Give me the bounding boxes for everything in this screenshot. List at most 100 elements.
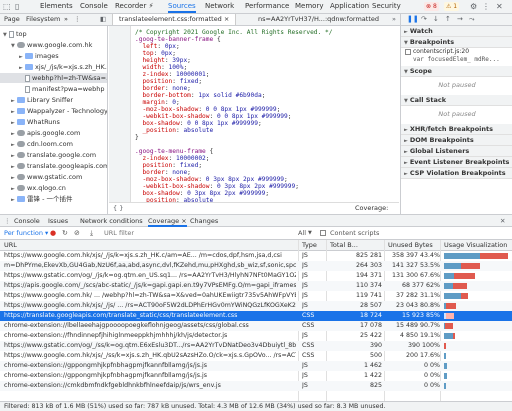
section-breakpoints[interactable]: ▼ Breakpoints — [401, 37, 512, 48]
section-watch[interactable]: ► Watch — [401, 26, 512, 37]
export-icon[interactable]: ⤓ — [90, 227, 93, 239]
section-global-listeners[interactable]: ► Global Listeners — [401, 146, 512, 157]
table-row[interactable]: chrome-extension://gppongmhjkpfnbhagpmjf… — [0, 361, 512, 371]
devtools-tab-recorder[interactable]: Recorder ⚡ — [115, 0, 154, 13]
section-xhr-fetch-breakpoints[interactable]: ► XHR/fetch Breakpoints — [401, 124, 512, 135]
navigator-tab-filesystem[interactable]: Filesystem — [26, 14, 60, 25]
content-scripts-checkbox[interactable] — [320, 230, 326, 236]
devtools-tab-network[interactable]: Network — [205, 0, 234, 13]
warning-count-badge[interactable]: ⚠ 1 — [444, 2, 460, 11]
clear-icon[interactable]: ⊘ — [74, 227, 80, 239]
table-row[interactable]: chrome-extension://gppongmhjkpfnbhagpmjf… — [0, 371, 512, 381]
tree-item[interactable]: manifest?pwa=webhp — [0, 84, 107, 94]
device-toolbar-icon[interactable]: ▯ — [15, 0, 19, 13]
drawer-tab-network-conditions[interactable]: Network conditions — [80, 215, 143, 227]
file-tab-translateelement[interactable]: translateelement.css:formatted × — [112, 14, 237, 25]
settings-gear-icon[interactable]: ⚙ — [470, 0, 477, 13]
table-row[interactable]: https://www.google.com.hk/xjs/_/ss/k=xjs… — [0, 351, 512, 361]
table-row[interactable]: https://apis.google.com/_/scs/abc-static… — [0, 281, 512, 291]
url-filter-input[interactable] — [104, 228, 274, 238]
filter-type-select[interactable]: Per function ▾ — [4, 227, 48, 239]
step-into-icon[interactable]: ↓ — [433, 15, 439, 23]
pause-resume-icon[interactable]: ❚❚ — [407, 15, 419, 23]
warning-count: 1 — [453, 3, 458, 10]
tree-item[interactable]: ► www.gstatic.com — [0, 172, 107, 182]
tree-item[interactable]: ▼ top — [0, 29, 107, 39]
table-row[interactable]: https://www.google.com.hk/xjs/_/js/ ... … — [0, 301, 512, 311]
navigator-tab-page[interactable]: Page — [4, 14, 20, 25]
tree-item[interactable]: ► images — [0, 51, 107, 61]
tree-item[interactable]: webhp?hl=zh-TW&sa=... — [0, 73, 107, 83]
pretty-print-icon[interactable]: { } — [113, 203, 123, 214]
close-drawer-icon[interactable]: ✕ — [500, 215, 505, 227]
column-header-total-bytes[interactable]: Total B... — [330, 240, 358, 251]
section-event-listener-breakpoints[interactable]: ► Event Listener Breakpoints — [401, 157, 512, 168]
table-row[interactable]: https://www.google.com.hk/xjs/_/js/k=xjs… — [0, 251, 512, 261]
step-over-icon[interactable]: ↷ — [421, 15, 427, 23]
code-editor[interactable]: /* Copyright 2021 Google Inc. All Rights… — [109, 26, 399, 214]
inspect-element-icon[interactable]: ⬚ — [3, 0, 11, 13]
section-dom-breakpoints[interactable]: ► DOM Breakpoints — [401, 135, 512, 146]
chevron-down-icon[interactable]: ▼ — [308, 227, 312, 239]
tree-item[interactable]: ► cdn.loom.com — [0, 139, 107, 149]
cell-unused-bytes: 23 043 80.8% — [395, 302, 440, 309]
column-header-unused-bytes[interactable]: Unused Bytes — [388, 240, 433, 251]
type-filter-select[interactable]: All — [298, 227, 306, 239]
column-header-url[interactable]: URL — [4, 240, 17, 251]
tree-item[interactable]: ► WhatRuns — [0, 117, 107, 127]
usage-bar-unused — [444, 343, 446, 349]
tree-item[interactable]: ► 雷锋 - 一个插件 — [0, 194, 107, 204]
tree-item[interactable]: ► Library Sniffer — [0, 95, 107, 105]
devtools-tab-sources[interactable]: Sources — [168, 0, 196, 13]
column-header-usage-visualization[interactable]: Usage Visualization — [444, 240, 507, 251]
tree-item[interactable]: ► wx.qlogo.cn — [0, 183, 107, 193]
drawer-tab-changes[interactable]: Changes — [190, 215, 218, 227]
tree-item[interactable]: ► translate.google.com — [0, 150, 107, 160]
devtools-tab-elements[interactable]: Elements — [40, 0, 73, 13]
tree-item[interactable]: ► Wappalyzer - Technology ... — [0, 106, 107, 116]
more-tabs-icon[interactable]: » — [64, 14, 68, 25]
table-row[interactable]: https://translate.googleapis.com/transla… — [0, 311, 512, 321]
tree-item[interactable]: ► apis.google.com — [0, 128, 107, 138]
devtools-tab-security[interactable]: Security — [372, 0, 401, 13]
more-file-tabs-icon[interactable]: » — [392, 14, 396, 25]
file-tab-second[interactable]: ns=AA2YrTvH37/H...:qdnw:formatted — [252, 14, 385, 25]
drawer-tab-console[interactable]: Console — [14, 215, 40, 227]
devtools-tab-memory[interactable]: Memory — [295, 0, 323, 13]
drawer-tab-issues[interactable]: Issues — [48, 215, 68, 227]
section-scope[interactable]: ▼ Scope — [401, 66, 512, 77]
devtools-tab-performance[interactable]: Performance — [245, 0, 289, 13]
close-devtools-icon[interactable]: ✕ — [496, 0, 503, 13]
step-icon[interactable]: → — [457, 15, 463, 23]
tree-item[interactable]: ►xjs/_/js/k=xjs.s.zh_HK.m... — [0, 62, 107, 72]
table-row[interactable]: https://www.gstatic.com/og/_/js/k=og.qtm… — [0, 271, 512, 281]
table-row[interactable]: chrome-extension://cmkdbmfndkfgebldhnkbf… — [0, 381, 512, 391]
reload-icon[interactable]: ↻ — [62, 227, 68, 239]
cell-unused-bytes: 131 300 67.6% — [391, 272, 440, 279]
toggle-navigator-icon[interactable]: ◧ — [100, 14, 106, 25]
step-out-icon[interactable]: ↑ — [445, 15, 451, 23]
table-row[interactable]: https://www.gstatic.com/og/_/ss/k=og.qtm… — [0, 341, 512, 351]
close-tab-icon[interactable]: × — [224, 15, 229, 23]
navigator-menu-icon[interactable]: ⋮ — [74, 14, 81, 25]
record-icon[interactable]: ● — [50, 227, 56, 239]
tree-item[interactable]: ► translate.googleapis.com — [0, 161, 107, 171]
breakpoint-checkbox[interactable] — [405, 48, 411, 55]
table-row[interactable]: m=DhPYme,EkevXb,GU4Gab,NzU6f,aa,abd,asyn… — [0, 261, 512, 271]
tree-item[interactable]: ▼ www.google.com.hk — [0, 40, 107, 50]
deactivate-breakpoints-icon[interactable]: ⤳ — [469, 15, 475, 24]
section-call-stack[interactable]: ▼ Call Stack — [401, 95, 512, 106]
drawer-tab-coverage[interactable]: Coverage × — [148, 215, 187, 227]
section-csp-violation-breakpoints[interactable]: ► CSP Violation Breakpoints — [401, 168, 512, 179]
breakpoint-item[interactable]: contentscript.js:20 var focusedElem_ mdRe… — [405, 48, 511, 64]
devtools-tab-application[interactable]: Application — [330, 0, 369, 13]
cell-url: m=DhPYme,EkevXb,GU4Gab,NzU6f,aa,abd,asyn… — [4, 262, 296, 269]
table-row[interactable]: chrome-extension://lbellaeehajgpoooopoeg… — [0, 321, 512, 331]
table-row[interactable]: https://www.google.com.hk/ ... /webhp?hl… — [0, 291, 512, 301]
more-options-icon[interactable]: ⋮ — [482, 0, 490, 13]
devtools-tab-console[interactable]: Console — [80, 0, 108, 13]
drawer-menu-icon[interactable]: ⋮ — [4, 215, 11, 227]
error-count-badge[interactable]: ⊗ 8 — [424, 2, 439, 11]
table-row[interactable]: chrome-extension://fhndinnepfjhihiglnmee… — [0, 331, 512, 341]
column-header-type[interactable]: Type — [302, 240, 317, 251]
